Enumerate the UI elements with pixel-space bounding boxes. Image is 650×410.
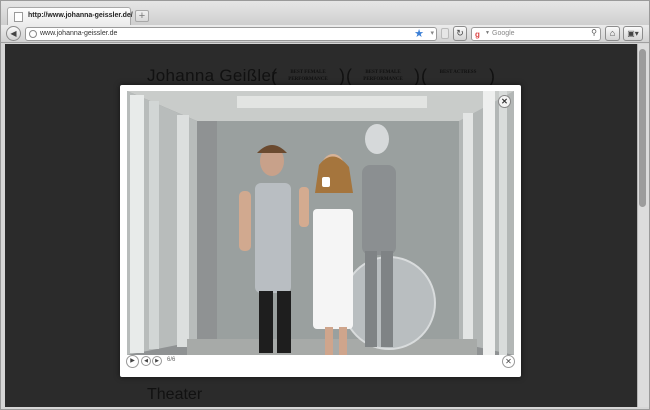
award-text: BEST ACTRESS (439, 70, 477, 75)
lightbox-close-button[interactable]: ✕ (502, 355, 515, 368)
menu-icon: ▣▾ (627, 29, 639, 38)
search-placeholder: Google (492, 30, 515, 37)
scrollbar-thumb[interactable] (639, 49, 646, 207)
reload-button[interactable]: ↻ (453, 26, 467, 41)
section-title-theater: Theater (147, 386, 203, 403)
laurel-left-icon: ( (271, 66, 277, 86)
previous-image-button[interactable]: ◀ (141, 356, 151, 366)
photo-image (127, 91, 514, 355)
lightbox-dialog (120, 85, 521, 377)
laurel-left-icon: ( (346, 66, 352, 86)
laurel-left-icon: ( (421, 66, 427, 86)
new-tab-button[interactable]: + (135, 10, 149, 22)
award-text: BEST FEMALE PERFORMANCE (288, 70, 328, 82)
search-engine-dropdown-icon[interactable]: ▼ (485, 30, 490, 36)
page-favicon-icon (14, 12, 23, 22)
home-icon: ⌂ (609, 28, 616, 38)
google-icon[interactable]: g (475, 30, 484, 39)
browser-window: http://www.johanna-geissler.de/ + ◀ www.… (0, 0, 650, 410)
site-title[interactable]: Johanna Geißler (147, 66, 277, 86)
lightbox-photo (127, 91, 514, 355)
home-button[interactable]: ⌂ (605, 26, 620, 41)
star-icon[interactable]: ★ (414, 27, 424, 40)
back-button[interactable]: ◀ (6, 26, 21, 41)
url-text: www.johanna-geissler.de (40, 30, 118, 37)
tab-johanna-geissler[interactable]: http://www.johanna-geissler.de/ (7, 7, 133, 25)
address-bar[interactable]: www.johanna-geissler.de ★ ▾ (25, 27, 437, 41)
tab-title: http://www.johanna-geissler.de/ (28, 12, 133, 19)
back-icon: ◀ (10, 29, 17, 38)
laurel-right-icon: ) (339, 66, 345, 86)
globe-icon (29, 30, 37, 38)
slideshow-play-button[interactable]: ▶ (126, 355, 139, 368)
next-image-button[interactable]: ▶ (152, 356, 162, 366)
laurel-right-icon: ) (489, 66, 495, 86)
reload-icon: ↻ (456, 28, 464, 38)
navigation-bar: ◀ www.johanna-geissler.de ★ ▾ ↻ g ▼ Goog… (1, 25, 649, 43)
lightbox-controls: ▶ ◀ ▶ 6/6 ✕ (120, 353, 521, 371)
award-text: BEST FEMALE PERFORMANCE (363, 70, 403, 82)
image-counter: 6/6 (167, 357, 176, 363)
menu-button[interactable]: ▣▾ (623, 26, 643, 41)
lightbox-close-icon[interactable]: ✕ (498, 95, 511, 108)
laurel-right-icon: ) (414, 66, 420, 86)
url-dropdown-icon[interactable]: ▾ (430, 29, 434, 37)
tab-strip: http://www.johanna-geissler.de/ + (1, 1, 649, 25)
feed-icon[interactable] (441, 28, 449, 39)
search-bar[interactable]: g ▼ Google ⚲ (471, 27, 601, 41)
search-icon[interactable]: ⚲ (591, 28, 597, 37)
